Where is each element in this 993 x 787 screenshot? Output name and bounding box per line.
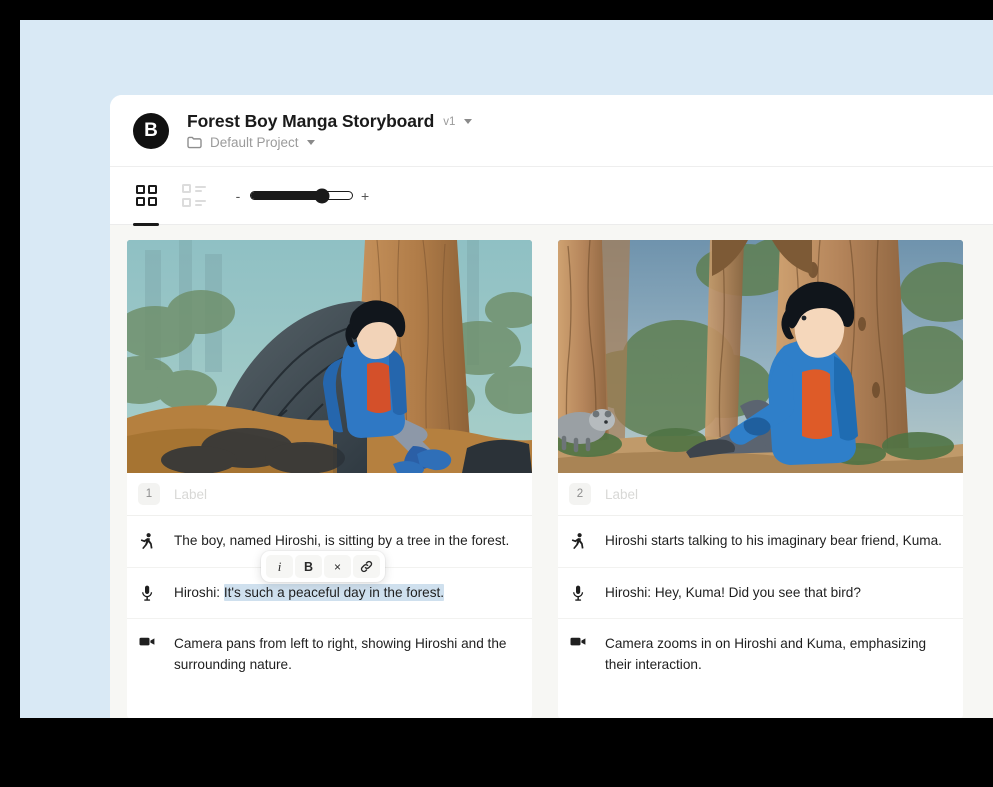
- italic-button[interactable]: i: [266, 555, 293, 578]
- scene-label-input[interactable]: Label: [174, 487, 207, 502]
- scene-number-badge: 1: [138, 483, 160, 505]
- header-title-group: Forest Boy Manga Storyboard v1 Default P…: [187, 111, 473, 150]
- scene-row-dialogue[interactable]: Hiroshi: Hey, Kuma! Did you see that bir…: [558, 568, 963, 620]
- project-chevron-down-icon[interactable]: [306, 140, 315, 145]
- page-background: B Forest Boy Manga Storyboard v1 Default…: [20, 20, 993, 718]
- folder-icon: [187, 136, 202, 149]
- selected-text[interactable]: It's such a peaceful day in the forest.: [223, 583, 445, 601]
- app-header: B Forest Boy Manga Storyboard v1 Default…: [110, 95, 993, 167]
- brand-logo-icon[interactable]: B: [133, 112, 169, 149]
- scene-action-text[interactable]: The boy, named Hiroshi, is sitting by a …: [174, 531, 514, 552]
- scene-number-badge: 2: [569, 483, 591, 505]
- dialogue-speaker-prefix: Hiroshi:: [174, 584, 224, 600]
- scene-camera-text[interactable]: Camera pans from left to right, showing …: [174, 634, 514, 675]
- project-name[interactable]: Default Project: [210, 135, 299, 150]
- scene-dialogue-text[interactable]: Hiroshi: It's such a peaceful day in the…: [174, 583, 514, 604]
- scene-label-input[interactable]: Label: [605, 487, 638, 502]
- zoom-slider-track[interactable]: [250, 188, 353, 203]
- list-icon-shape: [182, 184, 206, 207]
- storyboard-app-window: B Forest Boy Manga Storyboard v1 Default…: [110, 95, 993, 718]
- scene-camera-text[interactable]: Camera zooms in on Hiroshi and Kuma, emp…: [605, 634, 945, 675]
- breadcrumb: Default Project: [187, 135, 472, 150]
- action-running-icon: [138, 531, 156, 549]
- screen-frame: B Forest Boy Manga Storyboard v1 Default…: [0, 0, 993, 787]
- version-badge[interactable]: v1: [443, 116, 455, 128]
- microphone-icon: [569, 583, 587, 601]
- zoom-out-button[interactable]: -: [234, 189, 242, 203]
- page-title[interactable]: Forest Boy Manga Storyboard: [187, 111, 434, 132]
- grid-icon-shape: [135, 185, 157, 206]
- video-camera-icon: [569, 634, 587, 647]
- view-toolbar: - +: [110, 167, 993, 226]
- scene-frame-image[interactable]: [127, 240, 532, 473]
- scene-label-row[interactable]: 2 Label: [558, 473, 963, 516]
- link-icon[interactable]: [353, 555, 380, 578]
- scene-row-camera[interactable]: Camera pans from left to right, showing …: [127, 619, 532, 690]
- zoom-slider[interactable]: - +: [234, 188, 369, 203]
- list-view-icon[interactable]: [181, 183, 207, 209]
- video-camera-icon: [138, 634, 156, 647]
- grid-view-icon[interactable]: [133, 183, 159, 226]
- bold-button[interactable]: B: [295, 555, 322, 578]
- scene-row-action[interactable]: The boy, named Hiroshi, is sitting by a …: [127, 516, 532, 582]
- scene-frame-image[interactable]: [558, 240, 963, 473]
- microphone-icon: [138, 583, 156, 601]
- scene-card[interactable]: 1 Label The boy, named Hiroshi, is sitti…: [127, 240, 532, 718]
- zoom-slider-fill: [251, 192, 322, 199]
- scene-action-text[interactable]: Hiroshi starts talking to his imaginary …: [605, 531, 945, 552]
- scene-row-camera[interactable]: Camera zooms in on Hiroshi and Kuma, emp…: [558, 619, 963, 690]
- text-format-toolbar[interactable]: i B ×: [261, 551, 385, 582]
- zoom-in-button[interactable]: +: [361, 189, 369, 203]
- scene-label-row[interactable]: 1 Label: [127, 473, 532, 516]
- scene-row-action[interactable]: Hiroshi starts talking to his imaginary …: [558, 516, 963, 568]
- action-running-icon: [569, 531, 587, 549]
- zoom-slider-thumb[interactable]: [314, 188, 330, 203]
- scene-dialogue-text[interactable]: Hiroshi: Hey, Kuma! Did you see that bir…: [605, 583, 945, 604]
- title-row: Forest Boy Manga Storyboard v1: [187, 111, 473, 132]
- chevron-down-icon[interactable]: [464, 119, 473, 124]
- scene-card[interactable]: 2 Label Hiroshi starts talking to his im…: [558, 240, 963, 718]
- clear-formatting-button[interactable]: ×: [324, 555, 351, 578]
- storyboard-board: 1 Label The boy, named Hiroshi, is sitti…: [110, 225, 993, 718]
